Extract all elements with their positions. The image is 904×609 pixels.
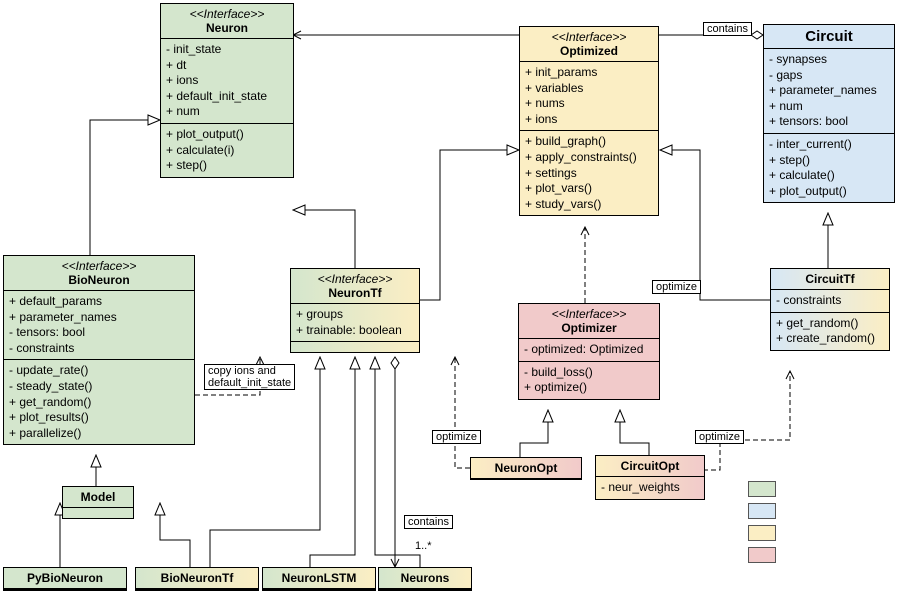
neurontf-attrs: + groups + trainable: boolean	[291, 304, 419, 342]
neuron-attrs: - init_state + dt + ions + default_init_…	[161, 39, 293, 124]
optimizer-name: Optimizer	[524, 321, 654, 335]
model-empty	[63, 508, 133, 518]
optimized-attrs: + init_params + variables + nums + ions	[520, 62, 658, 131]
neuron-ops: + plot_output() + calculate(i) + step()	[161, 124, 293, 177]
circuit-attrs: - synapses - gaps + parameter_names + nu…	[764, 49, 894, 134]
circuitopt-attrs: - neur_weights	[596, 477, 704, 499]
legend-green	[748, 481, 776, 497]
class-circuit: Circuit - synapses - gaps + parameter_na…	[763, 24, 895, 203]
neurontf-stereo: <<Interface>>	[296, 272, 414, 286]
circuitopt-name: CircuitOpt	[601, 459, 699, 473]
neuron-stereo: <<Interface>>	[166, 7, 288, 21]
class-neuronlstm: NeuronLSTM	[262, 567, 376, 591]
class-circuitopt: CircuitOpt - neur_weights	[595, 455, 705, 500]
optimizer-ops: - build_loss() + optimize()	[519, 362, 659, 399]
circuit-ops: - inter_current() + step() + calculate()…	[764, 134, 894, 202]
neurontf-name: NeuronTf	[296, 286, 414, 300]
class-optimized: <<Interface>> Optimized + init_params + …	[519, 26, 659, 216]
label-contains-neurons: contains	[404, 515, 453, 529]
label-contains-circuit: contains	[703, 22, 752, 36]
bioneuron-name: BioNeuron	[9, 273, 189, 287]
label-multiplicity: 1..*	[415, 540, 432, 552]
label-copy-ions: copy ions and default_init_state	[204, 364, 295, 390]
class-neurontf: <<Interface>> NeuronTf + groups + traina…	[290, 268, 420, 353]
circuittf-name: CircuitTf	[776, 272, 884, 286]
optimized-stereo: <<Interface>>	[525, 30, 653, 44]
legend-cream	[748, 525, 776, 541]
class-optimizer: <<Interface>> Optimizer - optimized: Opt…	[518, 303, 660, 400]
class-bioneurontf: BioNeuronTf	[135, 567, 259, 591]
class-circuittf: CircuitTf - constraints + get_random() +…	[770, 268, 890, 351]
legend-blue	[748, 503, 776, 519]
class-neuronopt: NeuronOpt	[470, 457, 582, 480]
circuittf-attrs: - constraints	[771, 290, 889, 313]
neuron-name: Neuron	[166, 21, 288, 35]
label-optimize-1: optimize	[652, 280, 701, 294]
neurontf-empty	[291, 342, 419, 352]
optimized-name: Optimized	[525, 44, 653, 58]
class-model: Model	[62, 486, 134, 519]
class-neurons: Neurons	[378, 567, 472, 591]
neuronopt-name: NeuronOpt	[476, 461, 576, 475]
bioneuron-stereo: <<Interface>>	[9, 259, 189, 273]
legend-pink	[748, 547, 776, 563]
optimizer-stereo: <<Interface>>	[524, 307, 654, 321]
circuit-name: Circuit	[769, 28, 889, 45]
circuittf-ops: + get_random() + create_random()	[771, 313, 889, 350]
bioneuron-ops: - update_rate() - steady_state() + get_r…	[4, 360, 194, 444]
label-optimize-3: optimize	[695, 430, 744, 444]
bioneuron-attrs: + default_params + parameter_names - ten…	[4, 291, 194, 360]
optimized-ops: + build_graph() + apply_constraints() + …	[520, 131, 658, 215]
model-name: Model	[68, 490, 128, 504]
class-bioneuron: <<Interface>> BioNeuron + default_params…	[3, 255, 195, 445]
class-pybioneuron: PyBioNeuron	[3, 567, 127, 591]
label-optimize-2: optimize	[432, 430, 481, 444]
class-neuron: <<Interface>> Neuron - init_state + dt +…	[160, 3, 294, 178]
optimizer-attrs: - optimized: Optimized	[519, 339, 659, 362]
